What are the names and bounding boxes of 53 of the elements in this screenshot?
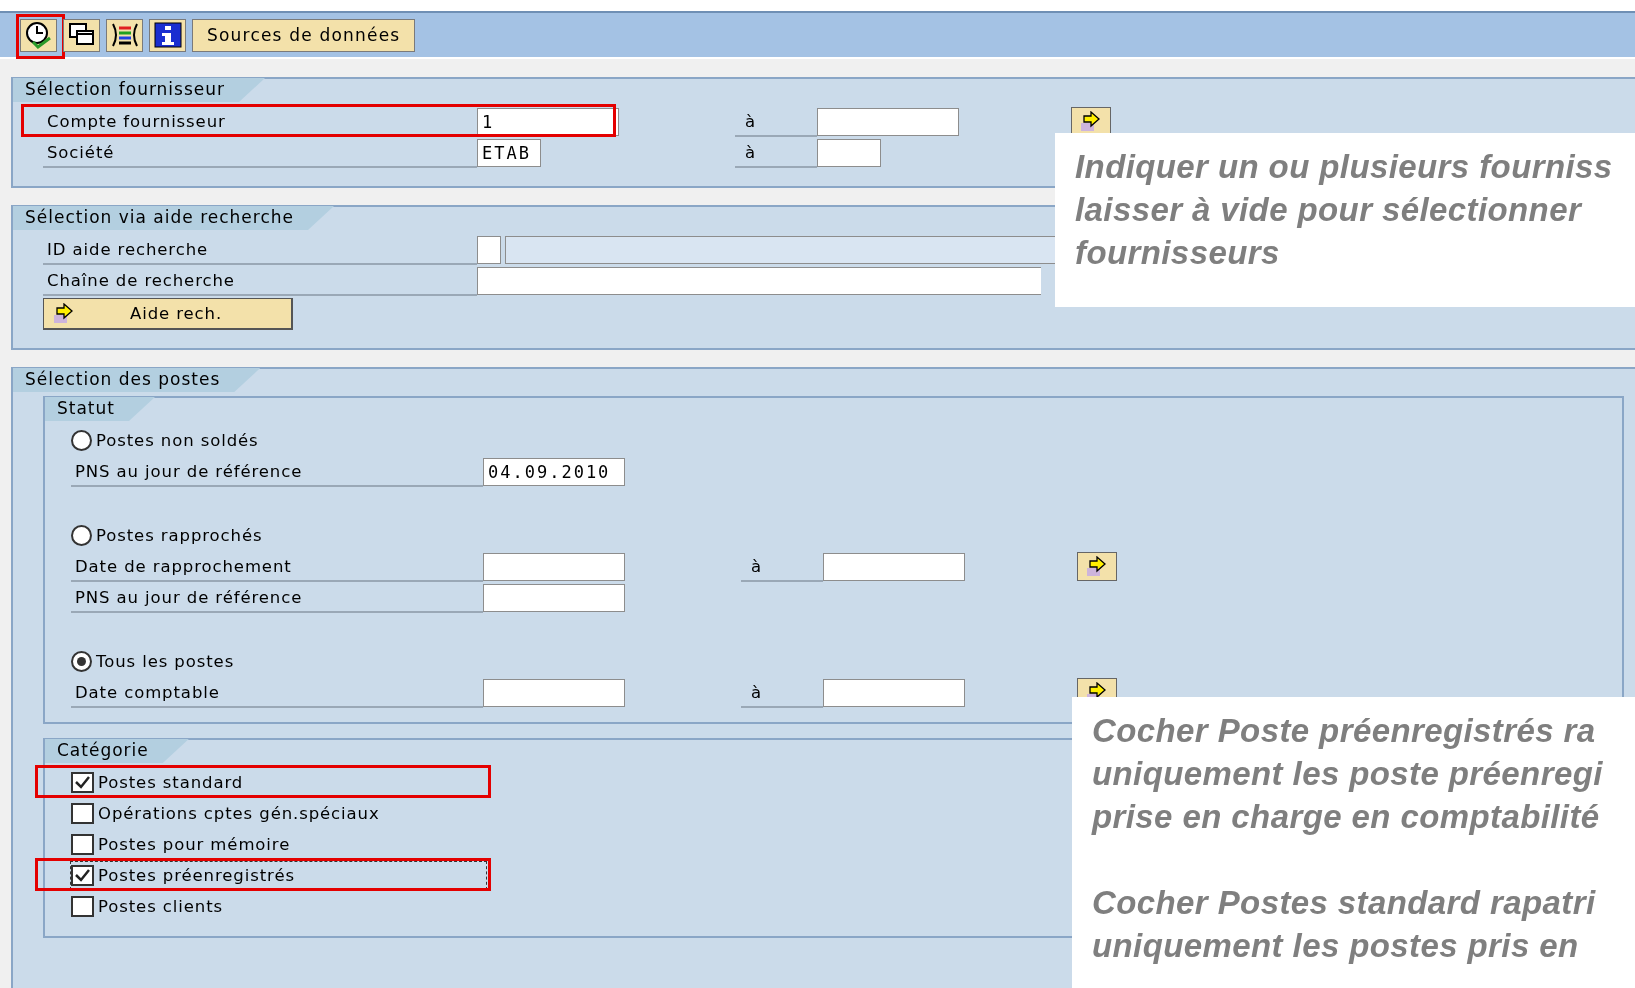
option-label: Postes standard bbox=[98, 773, 245, 792]
radio-button[interactable] bbox=[71, 430, 92, 451]
checkbox[interactable] bbox=[71, 865, 94, 886]
toolbar-button[interactable] bbox=[106, 18, 143, 52]
input-field[interactable] bbox=[483, 552, 625, 581]
radio-button[interactable] bbox=[71, 651, 92, 672]
multiple-selection-button[interactable] bbox=[1077, 552, 1117, 581]
checkbox[interactable] bbox=[71, 834, 94, 855]
option-label: Postes clients bbox=[98, 897, 225, 916]
group-title: Sélection des postes bbox=[13, 368, 261, 392]
checkbox[interactable] bbox=[71, 772, 94, 793]
field-label: Société bbox=[43, 137, 477, 168]
input-field[interactable] bbox=[477, 235, 501, 264]
toolbar-button[interactable] bbox=[20, 18, 57, 52]
option-label: Postes rapprochés bbox=[96, 526, 263, 545]
option-label: Postes préenregistrés bbox=[98, 866, 296, 885]
input-field[interactable] bbox=[817, 107, 959, 136]
group-title: Statut bbox=[45, 397, 155, 421]
columns-icon bbox=[109, 22, 140, 48]
option-label: Opérations cptes gén.spéciaux bbox=[98, 804, 381, 823]
input-field[interactable] bbox=[477, 266, 1041, 295]
option-label: Tous les postes bbox=[96, 652, 235, 671]
search-help-button[interactable]: Aide rech. bbox=[43, 298, 293, 330]
option-label: Postes non soldés bbox=[96, 431, 259, 450]
group-title: Catégorie bbox=[45, 739, 189, 763]
checkbox[interactable] bbox=[71, 896, 94, 917]
radio-button[interactable] bbox=[71, 525, 92, 546]
callout-text: Cocher Poste préenregistrés ra uniquement les poste préenregi prise en charge en comptabilité bbox=[1092, 711, 1604, 837]
field-label: PNS au jour de référence bbox=[71, 456, 483, 487]
input-field[interactable]: ETAB bbox=[477, 138, 541, 167]
checkbox[interactable] bbox=[71, 803, 94, 824]
windows-icon bbox=[67, 22, 96, 48]
option-label: Postes pour mémoire bbox=[98, 835, 292, 854]
callout-text: Cocher Postes standard rapatri uniquement les postes pris en bbox=[1092, 883, 1597, 966]
toolbar-button[interactable] bbox=[63, 18, 100, 52]
field-label: Date de rapprochement bbox=[71, 551, 483, 582]
input-field[interactable] bbox=[483, 678, 625, 707]
group-title: Sélection fournisseur bbox=[13, 78, 266, 102]
input-field[interactable] bbox=[817, 138, 881, 167]
group-title: Sélection via aide recherche bbox=[13, 206, 334, 230]
input-field[interactable] bbox=[483, 583, 625, 612]
field-label: Chaîne de recherche bbox=[43, 265, 477, 296]
input-field[interactable] bbox=[823, 678, 965, 707]
input-field[interactable]: 04.09.2010 bbox=[483, 457, 625, 486]
info-icon bbox=[153, 22, 182, 48]
data-sources-button[interactable]: Sources de données bbox=[192, 18, 416, 52]
field-label: Date comptable bbox=[71, 677, 483, 708]
field-label: ID aide recherche bbox=[43, 234, 477, 265]
callout-text: Indiquer un ou plusieurs fourniss laisser à vide pour sélectionner fournisseurs bbox=[1075, 147, 1614, 273]
input-field[interactable] bbox=[823, 552, 965, 581]
input-field[interactable]: 1 bbox=[477, 107, 619, 136]
toolbar-button[interactable] bbox=[149, 18, 186, 52]
field-label: PNS au jour de référence bbox=[71, 582, 483, 613]
